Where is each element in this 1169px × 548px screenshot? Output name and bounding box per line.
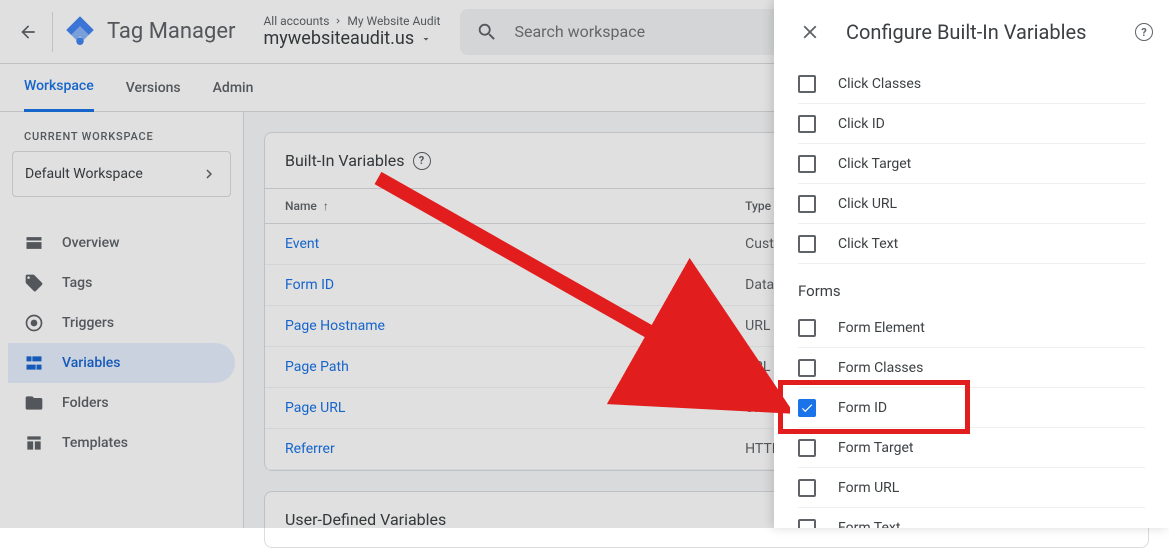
section-heading: Forms [798,264,1145,308]
checkbox-label: Form Text [838,520,900,528]
template-icon [24,433,44,453]
checkbox-label: Form Classes [838,360,923,376]
gtm-logo [65,15,95,49]
sort-asc-icon: ↑ [323,199,329,213]
chevron-right-icon [333,16,343,26]
checkbox-label: Form URL [838,480,899,496]
sidebar-item-label: Variables [62,355,120,371]
tag-icon [24,273,44,293]
checkbox-row[interactable]: Click Text [798,224,1145,264]
workspace-label: CURRENT WORKSPACE [0,112,243,151]
card-title: User-Defined Variables [285,510,446,529]
checkbox-row[interactable]: Click ID [798,104,1145,144]
sidebar-item-label: Tags [62,275,92,291]
folder-icon [24,393,44,413]
checkbox[interactable] [798,439,816,457]
sidebar-item-label: Templates [62,435,128,451]
account-name: mywebsiteaudit.us [263,28,414,49]
target-icon [24,313,44,333]
sidebar-item-label: Triggers [62,315,114,331]
checkbox-label: Form Target [838,440,913,456]
checkbox-row[interactable]: Form Element [798,308,1145,348]
divider [52,12,53,52]
variable-link[interactable]: Page URL [285,400,345,416]
checkbox[interactable] [798,399,816,417]
dropdown-icon [420,33,432,45]
checkbox-row[interactable]: Form URL [798,468,1145,508]
help-icon[interactable]: ? [1135,23,1153,41]
sidebar-item-variables[interactable]: Variables [8,343,235,383]
arrow-left-icon [18,22,38,42]
sidebar-item-label: Folders [62,395,109,411]
checkbox-row[interactable]: Click Classes [798,64,1145,104]
check-icon [800,401,814,415]
chevron-right-icon [200,165,218,183]
config-panel: Configure Built-In Variables ? Click Cla… [774,0,1169,528]
sidebar-item-folders[interactable]: Folders [8,383,235,423]
search-icon [476,21,498,43]
variable-link[interactable]: Event [285,236,319,252]
checkbox-label: Click Text [838,236,898,252]
checkbox-row[interactable]: Form Target [798,428,1145,468]
account-selector[interactable]: All accounts My Website Audit mywebsitea… [263,14,440,49]
checkbox-row[interactable]: Form Classes [798,348,1145,388]
breadcrumb-part: My Website Audit [347,14,440,28]
checkbox[interactable] [798,235,816,253]
app-title: Tag Manager [107,19,235,44]
checkbox-label: Click Classes [838,76,921,92]
sidebar-item-overview[interactable]: Overview [8,223,235,263]
box-icon [24,233,44,253]
variable-link[interactable]: Referrer [285,441,335,457]
checkbox[interactable] [798,519,816,528]
checkbox[interactable] [798,359,816,377]
panel-title: Configure Built-In Variables [846,20,1119,44]
help-icon[interactable]: ? [413,152,431,170]
checkbox[interactable] [798,319,816,337]
checkbox[interactable] [798,75,816,93]
checkbox-row[interactable]: Form ID [798,388,1145,428]
checkbox-label: Click Target [838,156,911,172]
sidebar-item-label: Overview [62,235,119,251]
checkbox[interactable] [798,115,816,133]
tab-admin[interactable]: Admin [213,64,254,112]
checkbox-label: Form Element [838,320,925,336]
variable-link[interactable]: Page Path [285,359,349,375]
workspace-selector[interactable]: Default Workspace [12,151,231,197]
workspace-name: Default Workspace [25,166,143,182]
brick-icon [24,353,44,373]
checkbox-label: Click ID [838,116,885,132]
checkbox[interactable] [798,155,816,173]
sidebar-item-tags[interactable]: Tags [8,263,235,303]
variable-link[interactable]: Page Hostname [285,318,385,334]
variable-link[interactable]: Form ID [285,277,334,293]
breadcrumb-part: All accounts [263,14,329,28]
checkbox-label: Form ID [838,400,887,416]
tab-versions[interactable]: Versions [126,64,181,112]
checkbox[interactable] [798,479,816,497]
checkbox-row[interactable]: Form Text [798,508,1145,528]
checkbox-label: Click URL [838,196,897,212]
sidebar-item-triggers[interactable]: Triggers [8,303,235,343]
close-icon [799,21,821,43]
col-name[interactable]: Name↑ [265,189,725,224]
back-button[interactable] [8,12,48,52]
card-title: Built-In Variables [285,151,405,170]
checkbox-row[interactable]: Click URL [798,184,1145,224]
sidebar-item-templates[interactable]: Templates [8,423,235,463]
checkbox[interactable] [798,195,816,213]
tab-workspace[interactable]: Workspace [24,64,94,112]
close-button[interactable] [790,12,830,52]
checkbox-row[interactable]: Click Target [798,144,1145,184]
